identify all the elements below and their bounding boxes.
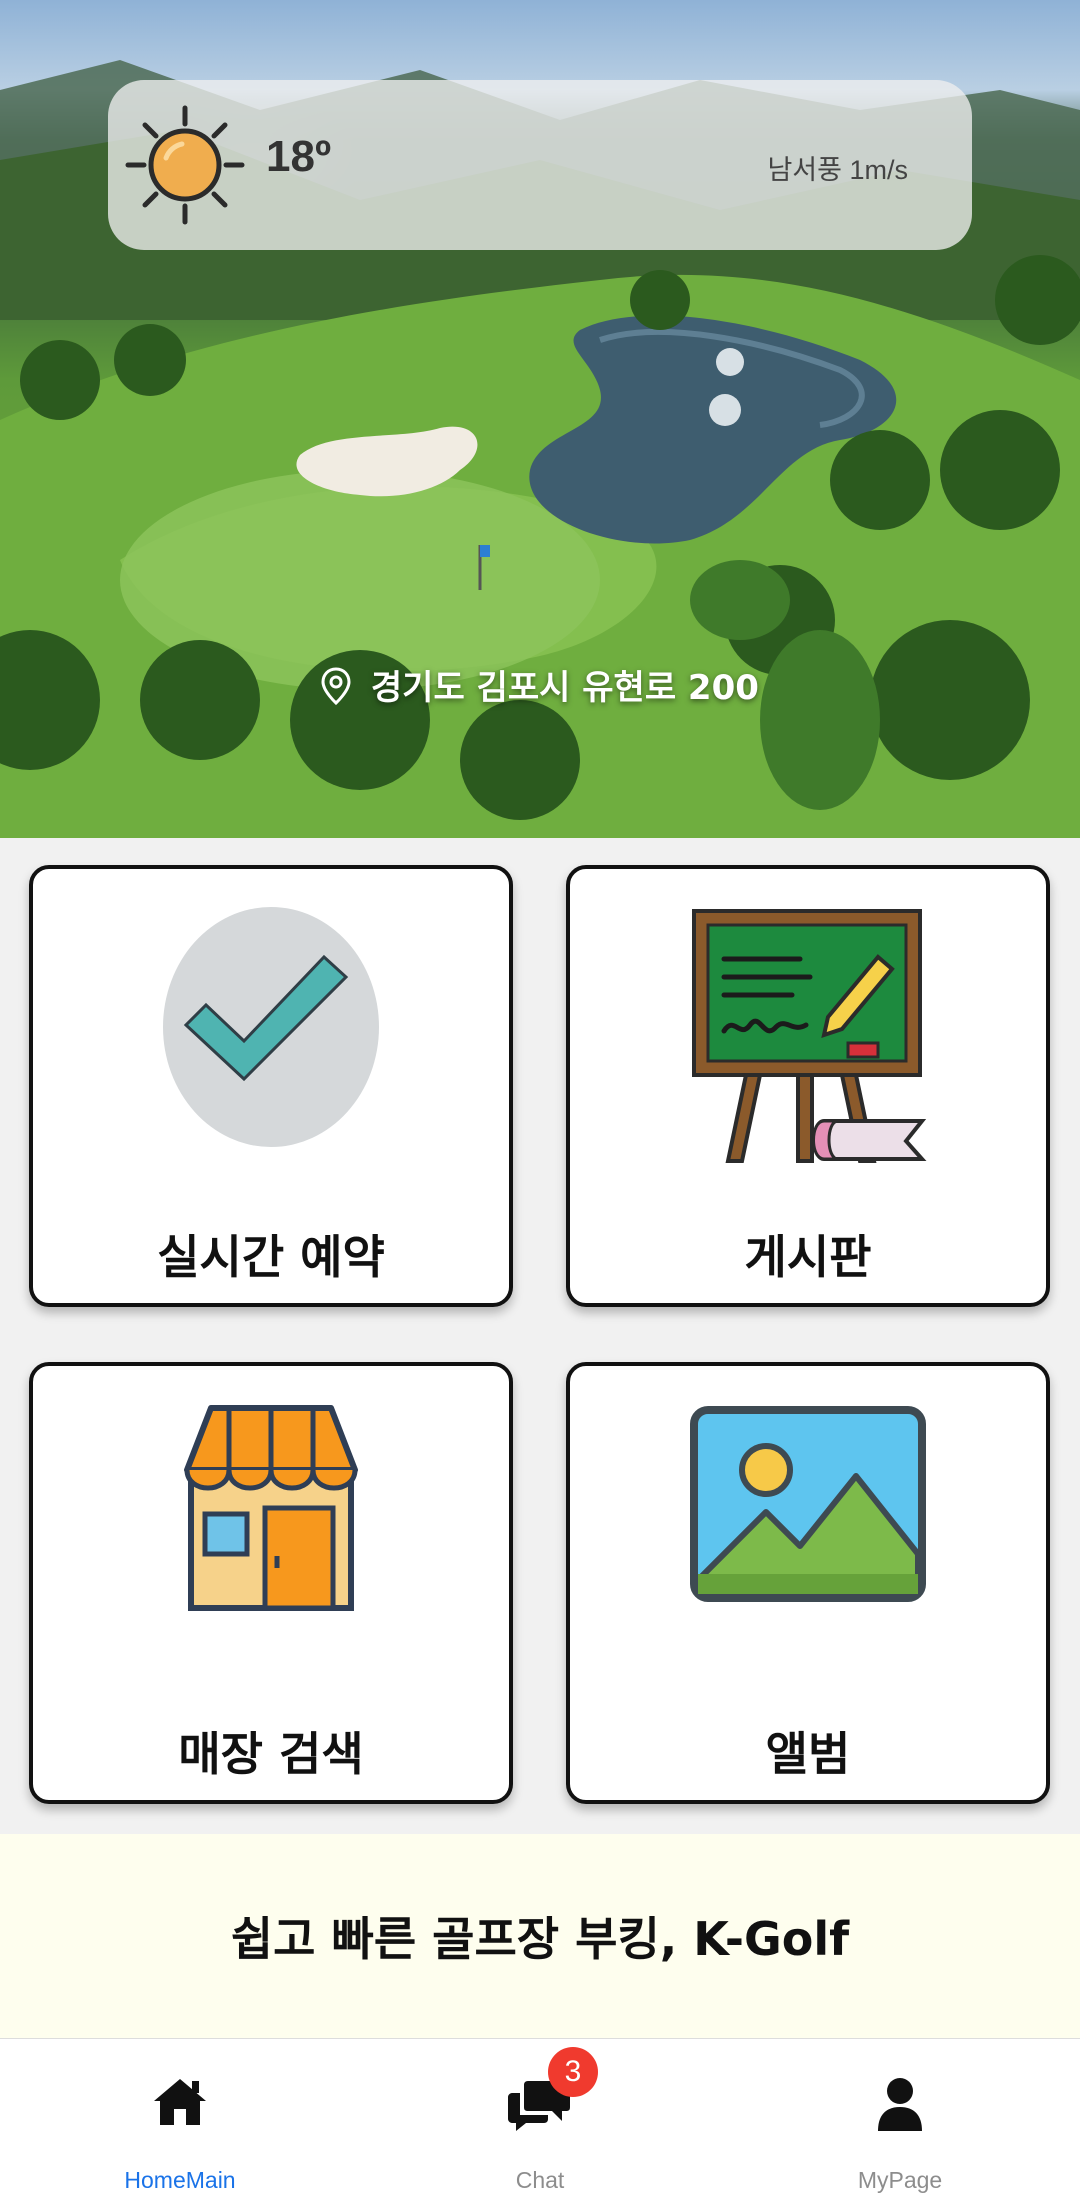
realtime-reservation-tile[interactable]: 실시간 예약 bbox=[29, 865, 513, 1307]
temperature-text: 18º bbox=[266, 132, 332, 181]
tile-label: 매장 검색 bbox=[178, 1727, 364, 1781]
store-icon bbox=[33, 1404, 509, 1654]
address-text: 경기도 김포시 유현로 200 bbox=[370, 668, 759, 708]
promo-banner: 쉽고 빠른 골프장 부킹, K-Golf bbox=[0, 1834, 1080, 2038]
sun-icon bbox=[120, 100, 250, 230]
album-tile[interactable]: 앨범 bbox=[566, 1362, 1050, 1804]
tile-label: 실시간 예약 bbox=[157, 1230, 385, 1284]
wind-text: 남서풍 1m/s bbox=[767, 155, 908, 185]
board-tile[interactable]: 게시판 bbox=[566, 865, 1050, 1307]
weather-card: 18º 남서풍 1m/s bbox=[108, 80, 972, 250]
nav-label: HomeMain bbox=[124, 2167, 236, 2193]
checkmark-icon bbox=[33, 907, 509, 1157]
home-icon bbox=[0, 2077, 360, 2127]
nav-chat[interactable]: 3 Chat bbox=[360, 2039, 720, 2196]
bottom-navigation: HomeMain 3 Chat MyPage bbox=[0, 2038, 1080, 2196]
nav-label: MyPage bbox=[857, 2167, 943, 2193]
banner-text: 쉽고 빠른 골프장 부킹, K-Golf bbox=[230, 1912, 850, 1966]
user-icon bbox=[720, 2077, 1080, 2131]
tile-label: 게시판 bbox=[744, 1230, 872, 1284]
chat-icon bbox=[360, 2077, 720, 2131]
picture-icon bbox=[570, 1404, 1046, 1654]
chalkboard-icon bbox=[570, 907, 1046, 1163]
location-label: 경기도 김포시 유현로 200 bbox=[0, 660, 1080, 714]
nav-mypage[interactable]: MyPage bbox=[720, 2039, 1080, 2196]
map-pin-icon bbox=[321, 667, 351, 714]
tile-label: 앨범 bbox=[765, 1727, 851, 1781]
hero-banner: 18º 남서풍 1m/s 경기도 김포시 유현로 200 bbox=[0, 0, 1080, 838]
chat-unread-badge: 3 bbox=[548, 2047, 598, 2097]
nav-home[interactable]: HomeMain bbox=[0, 2039, 360, 2196]
store-search-tile[interactable]: 매장 검색 bbox=[29, 1362, 513, 1804]
nav-label: Chat bbox=[515, 2167, 565, 2193]
